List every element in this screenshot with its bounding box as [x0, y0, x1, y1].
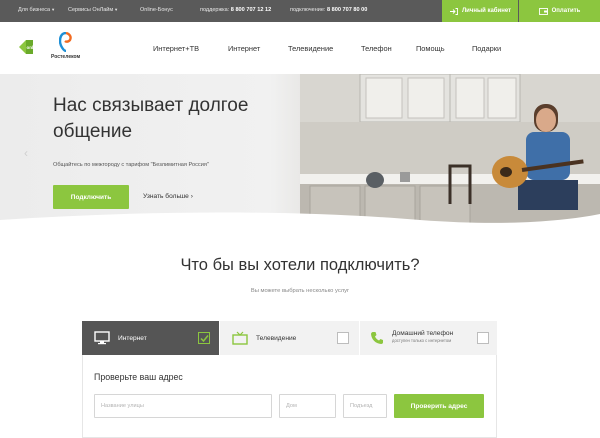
tab-home-phone-text: Домашний телефон доступен только с интер…	[392, 330, 453, 344]
tab-internet-label: Интернет	[118, 334, 147, 342]
chevron-down-icon: ▼	[51, 7, 56, 12]
business-link[interactable]: Для бизнеса▼	[18, 7, 55, 13]
tab-home-phone-note: доступен только с интернетом	[392, 338, 452, 343]
nav-internet[interactable]: Интернет	[228, 44, 260, 53]
slider-prev-arrow[interactable]: ‹	[24, 146, 28, 160]
svg-text:onlime: onlime	[27, 45, 42, 50]
home-phone-checkbox[interactable]	[477, 332, 489, 344]
check-address-label: Проверить адрес	[410, 402, 468, 410]
personal-cabinet-button[interactable]: Личный кабинет	[442, 0, 518, 22]
tab-home-phone[interactable]: Домашний телефон доступен только с интер…	[360, 321, 497, 355]
house-input[interactable]	[279, 394, 336, 418]
hero-subtitle: Общайтесь по межгороду с тарифом "Безлим…	[53, 162, 209, 168]
service-tabs: Интернет Телевидение Домашний телефон до…	[82, 321, 497, 355]
tab-television-label: Телевидение	[256, 334, 297, 342]
top-bar: Для бизнеса▼ Сервисы ОнЛайм▼ Online-Бону…	[0, 0, 600, 22]
rostelecom-symbol-icon	[59, 32, 72, 52]
learn-more-link[interactable]: Узнать больше ›	[143, 193, 193, 200]
nav-gifts[interactable]: Подарки	[472, 44, 501, 53]
tv-icon	[232, 331, 248, 345]
section-title: Что бы вы хотели подключить?	[180, 256, 420, 274]
support-phone: поддержка: 8 800 707 12 12	[200, 7, 272, 13]
site-header: onlime Ростелеком Интернет+ТВ Интернет Т…	[0, 22, 600, 74]
address-check-title: Проверьте ваш адрес	[94, 372, 183, 382]
chevron-down-icon: ▼	[114, 7, 119, 12]
onlime-logo[interactable]: onlime	[17, 36, 43, 58]
hero-title: Нас связывает долгое общение	[53, 95, 249, 142]
check-address-button[interactable]: Проверить адрес	[394, 394, 484, 418]
services-link[interactable]: Сервисы ОнЛайм▼	[68, 7, 118, 13]
television-checkbox[interactable]	[337, 332, 349, 344]
personal-cabinet-label: Личный кабинет	[461, 8, 512, 14]
phone-icon	[371, 332, 383, 344]
entrance-input[interactable]	[343, 394, 387, 418]
checkmark-icon	[200, 335, 209, 343]
login-icon	[449, 7, 458, 15]
hero-connect-label: Подключить	[70, 193, 112, 201]
connect-phone: подключение: 8 800 707 80 00	[290, 7, 368, 13]
nav-phone[interactable]: Телефон	[361, 44, 392, 53]
street-input[interactable]	[94, 394, 272, 418]
hero-banner: ‹ Нас связывает долгое общение Общайтесь…	[0, 74, 600, 230]
bonus-link[interactable]: Online-Бонус	[140, 7, 173, 13]
pay-label: Оплатить	[551, 8, 581, 14]
tab-television[interactable]: Телевидение	[220, 321, 359, 355]
tab-internet[interactable]: Интернет	[82, 321, 219, 355]
internet-checkbox[interactable]	[198, 332, 210, 344]
nav-help[interactable]: Помощь	[416, 44, 445, 53]
rostelecom-logo[interactable]: Ростелеком	[51, 32, 81, 64]
learn-more-label: Узнать больше	[143, 193, 189, 200]
section-subtitle: Вы можете выбрать несколько услуг	[250, 288, 350, 294]
address-check-panel: Проверьте ваш адрес Проверить адрес	[82, 355, 497, 438]
chevron-right-icon: ›	[190, 193, 193, 200]
hero-wave-divider	[0, 212, 600, 230]
tab-home-phone-label: Домашний телефон	[392, 330, 454, 337]
nav-television[interactable]: Телевидение	[288, 44, 333, 53]
pay-button[interactable]: Оплатить	[519, 0, 600, 22]
nav-internet-tv[interactable]: Интернет+ТВ	[153, 44, 199, 53]
monitor-icon	[94, 331, 110, 345]
wallet-icon	[538, 7, 548, 15]
rostelecom-label: Ростелеком	[51, 54, 81, 60]
